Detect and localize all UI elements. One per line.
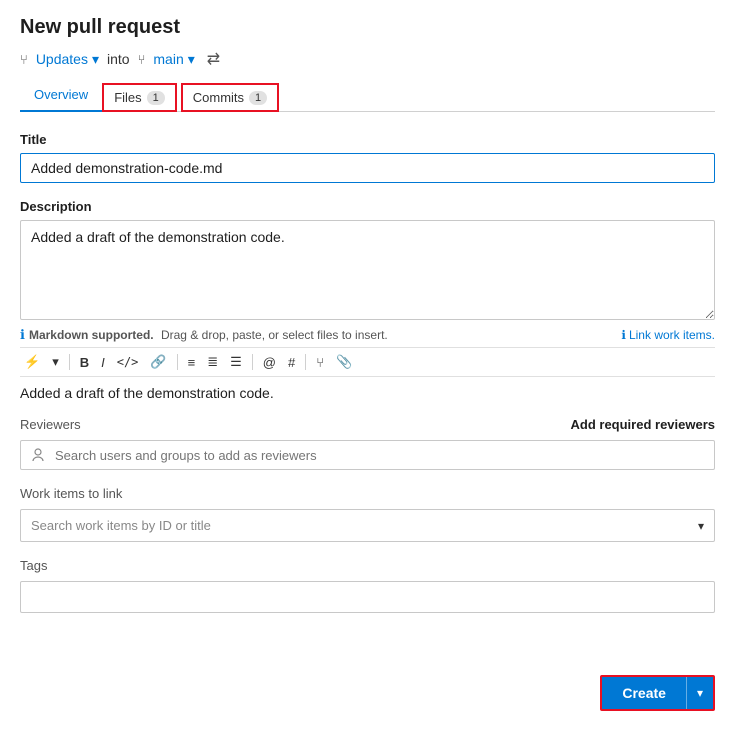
unordered-list-icon: ≣ bbox=[207, 354, 218, 370]
reviewers-search-wrapper bbox=[20, 440, 715, 470]
toolbar-heading-button[interactable]: # bbox=[284, 353, 299, 372]
page-wrapper: New pull request ⑂ Updates ▾ into ⑂ main… bbox=[0, 0, 735, 753]
link-work-items-text: Link work items. bbox=[629, 328, 715, 342]
target-branch-button[interactable]: main ▾ bbox=[153, 51, 194, 68]
page-header: New pull request ⑂ Updates ▾ into ⑂ main… bbox=[0, 0, 735, 112]
toolbar-link-button[interactable]: 🔗 bbox=[146, 352, 170, 372]
description-preview: Added a draft of the demonstration code. bbox=[20, 385, 715, 401]
main-content: Title Description Added a draft of the d… bbox=[0, 112, 735, 665]
info-circle-icon: ℹ bbox=[20, 327, 25, 343]
toolbar-bold-button[interactable]: B bbox=[76, 353, 93, 372]
reviewers-section: Reviewers Add required reviewers bbox=[20, 417, 715, 470]
tab-overview[interactable]: Overview bbox=[20, 79, 102, 112]
work-items-placeholder: Search work items by ID or title bbox=[31, 518, 211, 533]
lightning-icon: ⚡ bbox=[24, 354, 40, 370]
markdown-left: ℹ Markdown supported. Drag & drop, paste… bbox=[20, 327, 388, 343]
description-toolbar: ⚡ ▾ B I </> 🔗 bbox=[20, 347, 715, 377]
toolbar-sep-2 bbox=[177, 354, 178, 370]
source-branch-chevron: ▾ bbox=[92, 51, 99, 68]
person-search-icon bbox=[31, 447, 47, 463]
target-branch-label: main bbox=[153, 51, 183, 67]
toolbar-italic-button[interactable]: I bbox=[97, 353, 109, 372]
create-dropdown-chevron: ▾ bbox=[697, 686, 703, 700]
toolbar-unordered-list-button[interactable]: ≣ bbox=[203, 352, 222, 372]
source-branch-button[interactable]: Updates ▾ bbox=[36, 51, 99, 68]
title-label: Title bbox=[20, 132, 715, 147]
heading-icon: # bbox=[288, 355, 295, 370]
description-label: Description bbox=[20, 199, 715, 214]
code-icon: </> bbox=[117, 355, 139, 369]
source-branch-icon: ⑂ bbox=[20, 52, 28, 67]
work-items-label: Work items to link bbox=[20, 486, 715, 501]
reviewers-header: Reviewers Add required reviewers bbox=[20, 417, 715, 432]
tab-commits-badge: 1 bbox=[249, 91, 267, 105]
tab-commits-label: Commits bbox=[193, 90, 244, 105]
create-button-group: Create ▾ bbox=[600, 675, 715, 711]
toolbar-sep-1 bbox=[69, 354, 70, 370]
tags-section: Tags bbox=[20, 558, 715, 629]
work-items-section: Work items to link Search work items by … bbox=[20, 486, 715, 542]
tab-overview-label: Overview bbox=[34, 87, 88, 102]
source-branch-label: Updates bbox=[36, 51, 88, 67]
task-list-icon: ☰ bbox=[230, 354, 242, 370]
chevron-down-small-icon: ▾ bbox=[52, 354, 59, 370]
tab-files-badge: 1 bbox=[147, 91, 165, 105]
tags-label: Tags bbox=[20, 558, 715, 573]
swap-icon: ⇄ bbox=[207, 49, 220, 69]
tabs-row: Overview Files 1 Commits 1 bbox=[20, 79, 715, 112]
title-input[interactable] bbox=[20, 153, 715, 183]
footer-row: Create ▾ bbox=[0, 665, 735, 721]
description-textarea[interactable]: Added a draft of the demonstration code. bbox=[20, 220, 715, 320]
page-title: New pull request bbox=[20, 16, 715, 39]
pr-icon: ⑂ bbox=[316, 355, 324, 370]
target-branch-icon: ⑂ bbox=[138, 52, 146, 67]
toolbar-lightning-button[interactable]: ⚡ bbox=[20, 352, 44, 372]
toolbar-attachment-button[interactable]: 📎 bbox=[332, 352, 356, 372]
bold-icon: B bbox=[80, 355, 89, 370]
chevron-down-icon: ▾ bbox=[698, 519, 704, 533]
toolbar-chevron-button[interactable]: ▾ bbox=[48, 352, 63, 372]
toolbar-mention-button[interactable]: @ bbox=[259, 353, 280, 372]
ordered-list-icon: ≡ bbox=[188, 355, 196, 370]
description-section: Description Added a draft of the demonst… bbox=[20, 199, 715, 401]
toolbar-task-list-button[interactable]: ☰ bbox=[226, 352, 246, 372]
toolbar-sep-4 bbox=[305, 354, 306, 370]
tab-files-label: Files bbox=[114, 90, 141, 105]
drag-drop-text: Drag & drop, paste, or select files to i… bbox=[161, 328, 388, 342]
create-button[interactable]: Create bbox=[602, 677, 686, 709]
tab-files[interactable]: Files 1 bbox=[102, 83, 177, 112]
attachment-icon: 📎 bbox=[336, 354, 352, 370]
toolbar-ordered-list-button[interactable]: ≡ bbox=[184, 353, 200, 372]
tab-commits[interactable]: Commits 1 bbox=[181, 83, 279, 112]
reviewers-search-input[interactable] bbox=[55, 448, 704, 463]
toolbar-code-button[interactable]: </> bbox=[113, 353, 143, 371]
work-items-dropdown[interactable]: Search work items by ID or title ▾ bbox=[20, 509, 715, 542]
create-dropdown-button[interactable]: ▾ bbox=[686, 677, 713, 709]
into-text: into bbox=[107, 51, 130, 67]
toolbar-sep-3 bbox=[252, 354, 253, 370]
target-branch-chevron: ▾ bbox=[188, 51, 195, 68]
tags-input[interactable] bbox=[20, 581, 715, 613]
info-circle-link-icon: ℹ bbox=[621, 328, 626, 342]
toolbar-pr-button[interactable]: ⑂ bbox=[312, 353, 328, 372]
link-icon: 🔗 bbox=[150, 354, 166, 370]
add-reviewers-link[interactable]: Add required reviewers bbox=[571, 417, 716, 432]
italic-icon: I bbox=[101, 355, 105, 370]
mention-icon: @ bbox=[263, 355, 276, 370]
markdown-hint-text: Markdown supported. Drag & drop, paste, … bbox=[29, 328, 388, 342]
markdown-supported-text: Markdown supported. bbox=[29, 328, 154, 342]
link-work-items-link[interactable]: ℹ Link work items. bbox=[621, 328, 715, 342]
reviewers-label: Reviewers bbox=[20, 417, 81, 432]
branch-row: ⑂ Updates ▾ into ⑂ main ▾ ⇄ bbox=[20, 49, 715, 69]
markdown-hint-row: ℹ Markdown supported. Drag & drop, paste… bbox=[20, 327, 715, 343]
title-section: Title bbox=[20, 132, 715, 183]
